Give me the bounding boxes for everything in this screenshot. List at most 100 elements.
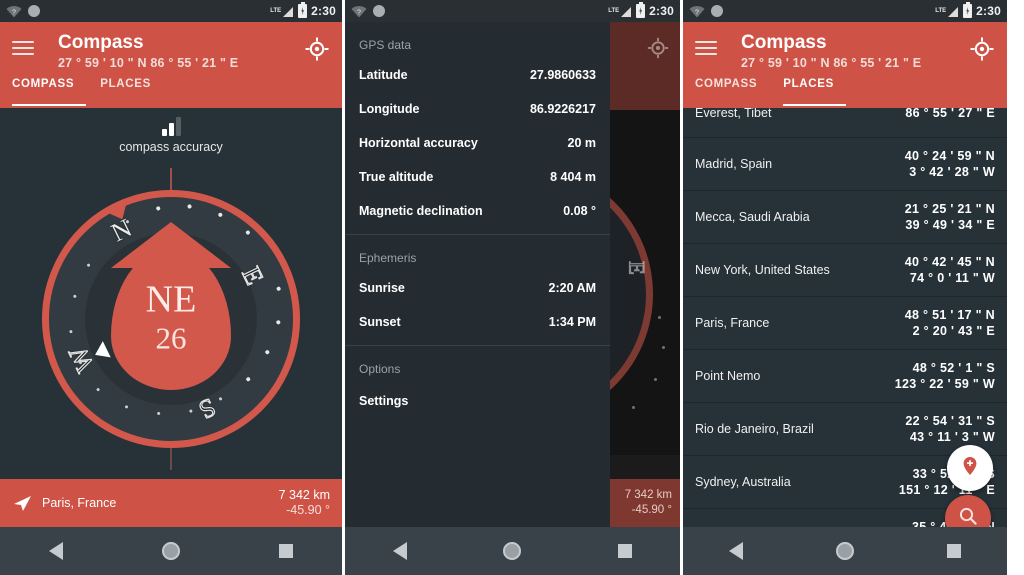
compass-heading-readout: NE 26 (49, 279, 293, 355)
drawer-section-gps-data: GPS data (359, 38, 412, 52)
phone-panel-compass: ? LTE 2:30 Compass 27 ° 59 ' 10 " N 86 °… (0, 0, 342, 575)
sync-circle-icon (373, 5, 385, 17)
status-bar-right-icons: LTE 2:30 (608, 2, 674, 18)
drawer-item-settings[interactable]: Settings (345, 382, 610, 420)
lte-signal-icon: LTE (270, 5, 294, 18)
home-button[interactable] (503, 542, 522, 560)
compass-dial[interactable]: N E S W (26, 168, 316, 470)
battery-charging-icon (963, 2, 973, 18)
menu-button[interactable] (12, 38, 38, 58)
status-bar: ? LTE 2:30 (345, 0, 680, 22)
place-row-point-nemo[interactable]: Point Nemo 48 ° 52 ' 1 " S 123 ° 22 ' 59… (683, 350, 1007, 403)
sync-circle-icon (711, 5, 723, 17)
row-key: Horizontal accuracy (359, 136, 478, 150)
lte-label: LTE (935, 7, 947, 14)
drawer-row-sunrise[interactable]: Sunrise 2:20 AM (345, 271, 610, 305)
place-coordinates: 40 ° 24 ' 59 " N 3 ° 42 ' 28 " W (905, 148, 995, 180)
compass-rose-ring: N E S W (42, 190, 300, 448)
place-row-new-york[interactable]: New York, United States 40 ° 42 ' 45 " N… (683, 244, 1007, 297)
row-value: 2:20 AM (548, 281, 596, 295)
place-coordinates: 22 ° 54 ' 31 " S 43 ° 11 ' 3 " W (905, 413, 995, 445)
wifi-question-icon: ? (351, 5, 367, 18)
compass-tick-dot (186, 203, 193, 210)
tab-places[interactable]: PLACES (783, 76, 847, 106)
android-nav-bar (683, 527, 1007, 575)
back-button[interactable] (393, 542, 408, 560)
svg-text:?: ? (12, 9, 16, 16)
screenshot-stage: ? LTE 2:30 Compass 27 ° 59 ' 10 " N 86 °… (0, 0, 1024, 575)
row-key: Magnetic declination (359, 204, 483, 218)
wifi-question-icon: ? (689, 5, 705, 18)
menu-button[interactable] (695, 38, 721, 58)
row-key: Longitude (359, 102, 420, 116)
row-key: True altitude (359, 170, 434, 184)
place-longitude: 123 ° 22 ' 59 " W (894, 377, 995, 391)
gps-target-icon[interactable] (646, 36, 670, 65)
dimmed-compass-behind-drawer: E (610, 110, 680, 455)
dimmed-tick-dot (662, 346, 665, 349)
tab-places[interactable]: PLACES (100, 76, 163, 106)
compass-label-s: S (194, 392, 221, 426)
status-bar: ? LTE 2:30 (683, 0, 1007, 22)
row-key: Sunrise (359, 281, 405, 295)
place-name: Madrid, Spain (695, 157, 773, 171)
home-button[interactable] (835, 542, 854, 560)
place-row-madrid[interactable]: Madrid, Spain 40 ° 24 ' 59 " N 3 ° 42 ' … (683, 138, 1007, 191)
place-latitude: 21 ° 25 ' 21 " N (904, 202, 995, 216)
navigation-arrow-icon (12, 493, 32, 513)
place-coordinates: 40 ° 42 ' 45 " N 74 ° 0 ' 11 " W (905, 254, 995, 286)
heading-direction: NE (145, 278, 197, 321)
back-button[interactable] (729, 542, 744, 560)
home-button[interactable] (161, 542, 180, 560)
gps-target-icon[interactable] (969, 36, 995, 62)
place-name: Mecca, Saudi Arabia (695, 210, 810, 224)
compass-tick-dot (156, 411, 161, 416)
place-latitude: 22 ° 54 ' 31 " S (905, 414, 995, 428)
lte-signal-icon: LTE (608, 5, 632, 18)
recents-button[interactable] (278, 544, 293, 558)
compass-tick-dot (245, 229, 251, 236)
phone-panel-gps-drawer: ? LTE 2:30 E 7 342 km -45.90 ° GPS data … (345, 0, 680, 575)
signal-bars-icon (0, 116, 342, 136)
compass-tick-dot (155, 205, 161, 212)
drawer-row-longitude[interactable]: Longitude 86.9226217 (345, 92, 610, 126)
wifi-question-icon: ? (6, 5, 22, 18)
place-name: New York, United States (695, 263, 830, 277)
back-button[interactable] (49, 542, 64, 560)
row-value: 0.08 ° (563, 204, 596, 218)
place-longitude: 43 ° 11 ' 3 " W (909, 430, 995, 444)
target-metrics: 7 342 km -45.90 ° (279, 488, 330, 518)
dimmed-tick-dot (658, 316, 661, 319)
lte-label: LTE (608, 7, 620, 14)
place-latitude: 48 ° 51 ' 17 " N (904, 308, 995, 322)
place-name: Sydney, Australia (695, 475, 791, 489)
add-place-fab[interactable] (947, 445, 993, 491)
status-bar: ? LTE 2:30 (0, 0, 342, 22)
place-name: Paris, France (695, 316, 770, 330)
place-row-mecca[interactable]: Mecca, Saudi Arabia 21 ° 25 ' 21 " N 39 … (683, 191, 1007, 244)
tab-compass[interactable]: COMPASS (695, 76, 769, 106)
drawer-row-horizontal-accuracy[interactable]: Horizontal accuracy 20 m (345, 126, 610, 160)
recents-button[interactable] (946, 544, 961, 558)
place-row-paris[interactable]: Paris, France 48 ° 51 ' 17 " N 2 ° 20 ' … (683, 297, 1007, 350)
tab-compass[interactable]: COMPASS (12, 76, 87, 106)
app-bar-titles: Compass 27 ° 59 ' 10 " N 86 ° 55 ' 21 " … (741, 32, 969, 71)
lte-label: LTE (270, 7, 282, 14)
sync-circle-icon (28, 5, 40, 17)
compass-accuracy-label: compass accuracy (119, 140, 223, 154)
place-latitude: 40 ° 24 ' 59 " N (904, 149, 995, 163)
row-key: Latitude (359, 68, 408, 82)
row-value: 8 404 m (550, 170, 596, 184)
gps-target-icon[interactable] (304, 36, 330, 62)
drawer-row-true-altitude[interactable]: True altitude 8 404 m (345, 160, 610, 194)
target-bar[interactable]: Paris, France 7 342 km -45.90 ° (0, 479, 342, 527)
recents-button[interactable] (617, 544, 632, 558)
drawer-section-options: Options (359, 362, 401, 376)
status-bar-clock: 2:30 (649, 4, 674, 18)
drawer-row-latitude[interactable]: Latitude 27.9860633 (345, 58, 610, 92)
place-latitude: 48 ° 52 ' 1 " S (912, 361, 995, 375)
drawer-row-sunset[interactable]: Sunset 1:34 PM (345, 305, 610, 339)
dimmed-compass-label-e: E (624, 261, 650, 276)
drawer-row-magnetic-declination[interactable]: Magnetic declination 0.08 ° (345, 194, 610, 228)
compass-tick-dot (86, 263, 91, 268)
